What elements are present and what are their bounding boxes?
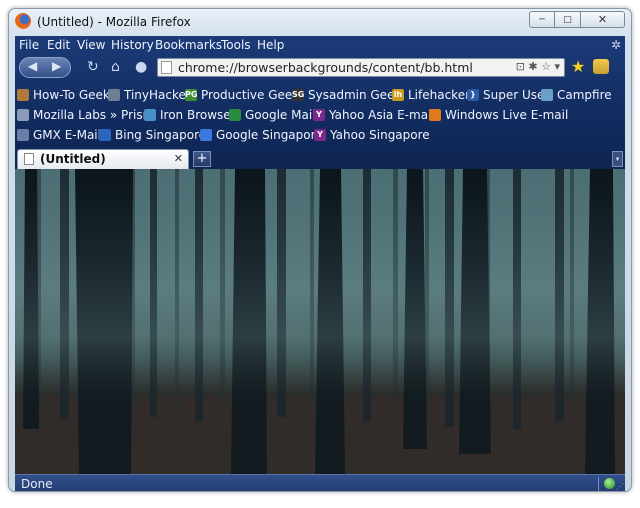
bookmark-prism[interactable]: Mozilla Labs » Prism (17, 107, 154, 123)
tinyhacker-icon (108, 89, 120, 101)
bookmark-label: How-To Geek (33, 88, 110, 102)
url-bar-icons[interactable]: ⊡ ✱ ☆ ▾ (516, 60, 560, 73)
bookmark-tinyhacker[interactable]: TinyHacker (108, 87, 191, 103)
menu-view[interactable]: View (77, 38, 105, 52)
bookmark-label: Google Mail (245, 108, 316, 122)
bookmark-yahoo-singapore[interactable]: Y Yahoo Singapore (314, 127, 430, 143)
reload-button[interactable]: ↻ (87, 59, 99, 75)
productive-geek-icon: PG (185, 89, 198, 101)
lifehacker-icon: lh (392, 89, 404, 101)
bookmark-label: Bing Singapore (115, 128, 207, 142)
menu-bar: File Edit View History Bookmarks Tools H… (15, 36, 625, 54)
bookmark-windows-live-email[interactable]: Windows Live E-mail (429, 107, 568, 123)
google-icon (200, 129, 212, 141)
page-content-forest-background (15, 169, 625, 474)
close-window-button[interactable]: ✕ (581, 11, 625, 28)
bookmark-super-user[interactable]: } Super User (467, 87, 549, 103)
bookmark-label: Campfire (557, 88, 612, 102)
menu-help[interactable]: Help (257, 38, 284, 52)
bookmark-productive-geek[interactable]: PG Productive Geek (185, 87, 299, 103)
bookmark-label: Google Singapore (216, 128, 323, 142)
globe-icon[interactable] (604, 478, 615, 489)
bookmark-yahoo-asia-email[interactable]: Y Yahoo Asia E-mail (313, 107, 435, 123)
bing-icon (99, 129, 111, 141)
bookmark-label: TinyHacker (124, 88, 191, 102)
yahoo-icon: Y (313, 109, 325, 121)
minimize-button[interactable]: ─ (529, 11, 555, 28)
menu-file[interactable]: File (19, 38, 39, 52)
browser-window: (Untitled) - Mozilla Firefox ─ □ ✕ File … (8, 8, 632, 492)
tab-list-button[interactable]: ▾ (612, 151, 623, 167)
menu-edit[interactable]: Edit (47, 38, 70, 52)
tab-bar: (Untitled) ✕ + ▾ (15, 148, 625, 169)
prism-icon (17, 109, 29, 121)
tab-untitled[interactable]: (Untitled) ✕ (17, 149, 189, 169)
menu-history[interactable]: History (111, 38, 154, 52)
bookmark-label: Yahoo Singapore (330, 128, 430, 142)
bookmark-sysadmin-geek[interactable]: SG Sysadmin Geek (292, 87, 401, 103)
bookmark-gmx-email[interactable]: GMX E-Mail (17, 127, 101, 143)
menu-tools[interactable]: Tools (221, 38, 251, 52)
bookmark-how-to-geek[interactable]: How-To Geek (17, 87, 110, 103)
bookmark-iron-browser[interactable]: Iron Browser (144, 107, 236, 123)
bookmark-label: Windows Live E-mail (445, 108, 569, 122)
new-tab-button[interactable]: + (193, 151, 211, 167)
url-bar[interactable]: chrome://browserbackgrounds/content/bb.h… (157, 58, 565, 77)
home-button[interactable]: ⌂ (111, 59, 120, 75)
how-to-geek-icon (17, 89, 29, 101)
bookmark-label: Super User (483, 88, 550, 102)
firefox-logo-icon (15, 13, 31, 29)
bookmark-star-icon[interactable]: ★ (571, 57, 585, 76)
close-tab-icon[interactable]: ✕ (174, 152, 183, 165)
bookmark-label: Lifehacker (408, 88, 471, 102)
bookmark-campfire[interactable]: Campfire (541, 87, 612, 103)
title-bar: (Untitled) - Mozilla Firefox ─ □ ✕ (9, 9, 631, 35)
window-title: (Untitled) - Mozilla Firefox (37, 15, 191, 29)
iron-browser-icon (144, 109, 156, 121)
page-favicon-icon (161, 61, 172, 74)
windows-live-icon (429, 109, 441, 121)
bookmark-label: Iron Browser (160, 108, 236, 122)
resize-grip-icon[interactable]: ⋰ (616, 482, 624, 491)
bookmark-bing-singapore[interactable]: Bing Singapore (99, 127, 206, 143)
addon-toolbar-icon[interactable] (593, 59, 609, 74)
bookmark-label: Mozilla Labs » Prism (33, 108, 155, 122)
bookmark-label: Productive Geek (201, 88, 300, 102)
stop-button[interactable]: ● (135, 59, 147, 75)
campfire-icon (541, 89, 553, 101)
back-forward-group: ◀ ▶ (19, 57, 71, 78)
sysadmin-geek-icon: SG (292, 89, 305, 101)
maximize-button[interactable]: □ (555, 11, 581, 28)
bookmark-lifehacker[interactable]: lh Lifehacker (392, 87, 470, 103)
yahoo-icon: Y (314, 129, 326, 141)
navigation-toolbar: ◀ ▶ ↻ ⌂ ● chrome://browserbackgrounds/co… (15, 55, 625, 81)
browser-chrome: File Edit View History Bookmarks Tools H… (15, 36, 625, 169)
bookmarks-toolbar-row-2: Mozilla Labs » Prism Iron Browser Google… (15, 105, 625, 125)
gmx-icon (17, 129, 29, 141)
window-controls: ─ □ ✕ (529, 11, 625, 28)
status-divider (598, 477, 599, 491)
throbber-icon: ✲ (610, 38, 621, 52)
super-user-icon: } (467, 89, 479, 101)
back-button[interactable]: ◀ (28, 59, 37, 73)
page-icon (24, 153, 34, 165)
bookmark-google-singapore[interactable]: Google Singapore (200, 127, 323, 143)
forest-image (15, 169, 625, 474)
status-text: Done (21, 477, 53, 491)
bookmarks-toolbar-row-1: How-To Geek TinyHacker PG Productive Gee… (15, 85, 625, 105)
bookmark-label: Sysadmin Geek (308, 88, 402, 102)
bookmark-label: Yahoo Asia E-mail (329, 108, 435, 122)
menu-bookmarks[interactable]: Bookmarks (155, 38, 222, 52)
url-text[interactable]: chrome://browserbackgrounds/content/bb.h… (178, 60, 473, 75)
google-mail-icon (229, 109, 241, 121)
bookmark-google-mail[interactable]: Google Mail (229, 107, 316, 123)
status-bar: Done ⋰ (15, 474, 625, 491)
bookmark-label: GMX E-Mail (33, 128, 101, 142)
bookmarks-toolbar-row-3: GMX E-Mail Bing Singapore Google Singapo… (15, 125, 625, 145)
tab-label: (Untitled) (40, 152, 106, 166)
forward-button[interactable]: ▶ (52, 59, 61, 73)
